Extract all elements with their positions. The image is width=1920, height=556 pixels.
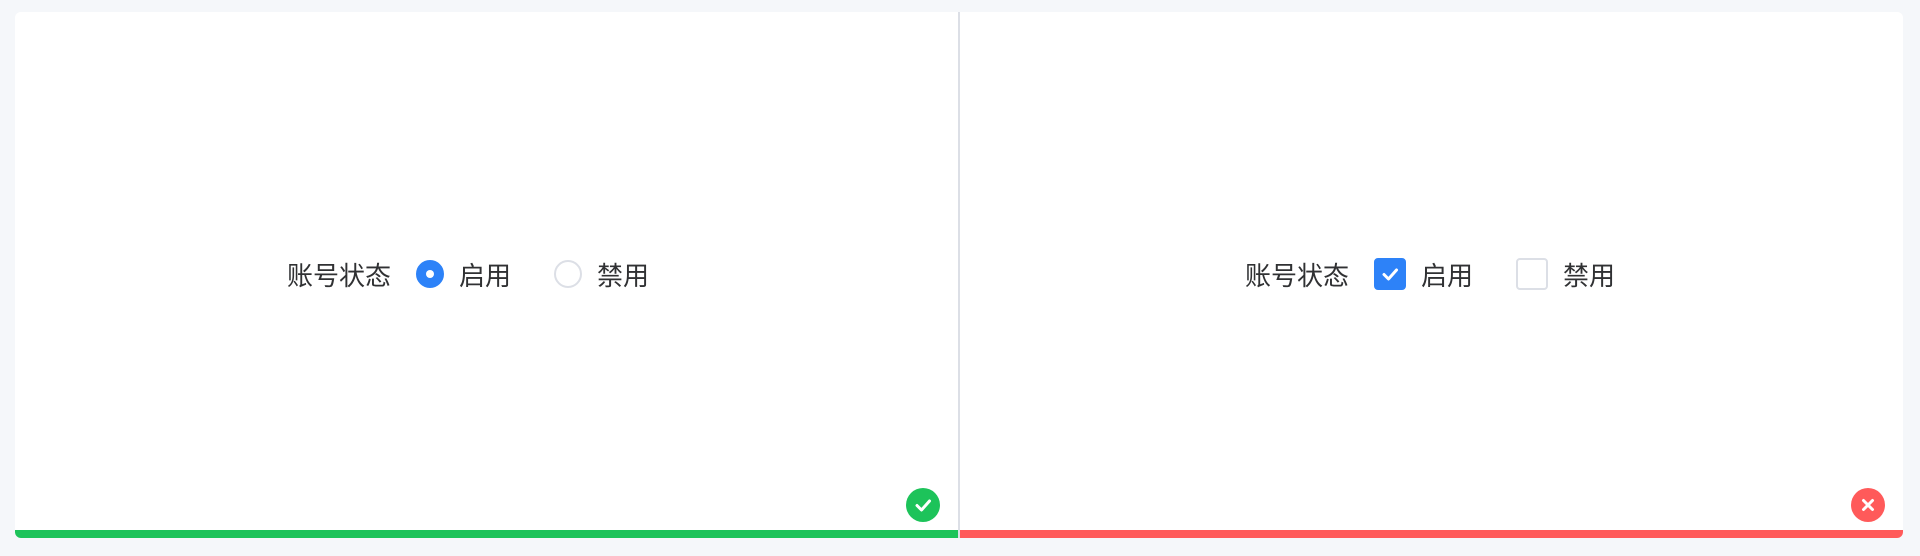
checkbox-option-label: 启用 bbox=[1421, 261, 1474, 292]
checkbox-option-label: 禁用 bbox=[1563, 261, 1616, 292]
checkbox-option-enable[interactable]: 启用 bbox=[1374, 256, 1473, 293]
checkbox-unchecked[interactable] bbox=[1516, 258, 1549, 290]
field-label: 账号状态 bbox=[287, 261, 392, 292]
incorrect-status-bar bbox=[960, 530, 1903, 538]
radio-option-label: 启用 bbox=[459, 261, 512, 292]
checkbox-option-disable[interactable]: 禁用 bbox=[1516, 256, 1615, 293]
radio-checked[interactable] bbox=[416, 260, 445, 288]
radio-unchecked[interactable] bbox=[554, 260, 583, 288]
radio-option-enable[interactable]: 启用 bbox=[416, 256, 511, 293]
radio-dot bbox=[426, 270, 435, 278]
account-status-checkbox-group: 账号状态 启用 禁用 bbox=[1245, 251, 1615, 297]
field-label: 账号状态 bbox=[1245, 261, 1350, 292]
correct-status-bar bbox=[15, 530, 958, 538]
account-status-radio-group: 账号状态 启用 禁用 bbox=[287, 251, 649, 297]
radio-option-label: 禁用 bbox=[597, 261, 650, 292]
right-panel: 账号状态 启用 禁用 bbox=[960, 12, 1903, 538]
checkbox-checked[interactable] bbox=[1374, 258, 1407, 290]
checkmark-icon bbox=[1382, 268, 1399, 281]
left-panel: 账号状态 启用 禁用 bbox=[15, 12, 958, 538]
check-icon bbox=[906, 488, 940, 522]
close-icon bbox=[1851, 488, 1885, 522]
radio-option-disable[interactable]: 禁用 bbox=[554, 256, 649, 293]
comparison-frame: 账号状态 启用 禁用 账号状态 启用 禁用 bbox=[15, 12, 1903, 538]
